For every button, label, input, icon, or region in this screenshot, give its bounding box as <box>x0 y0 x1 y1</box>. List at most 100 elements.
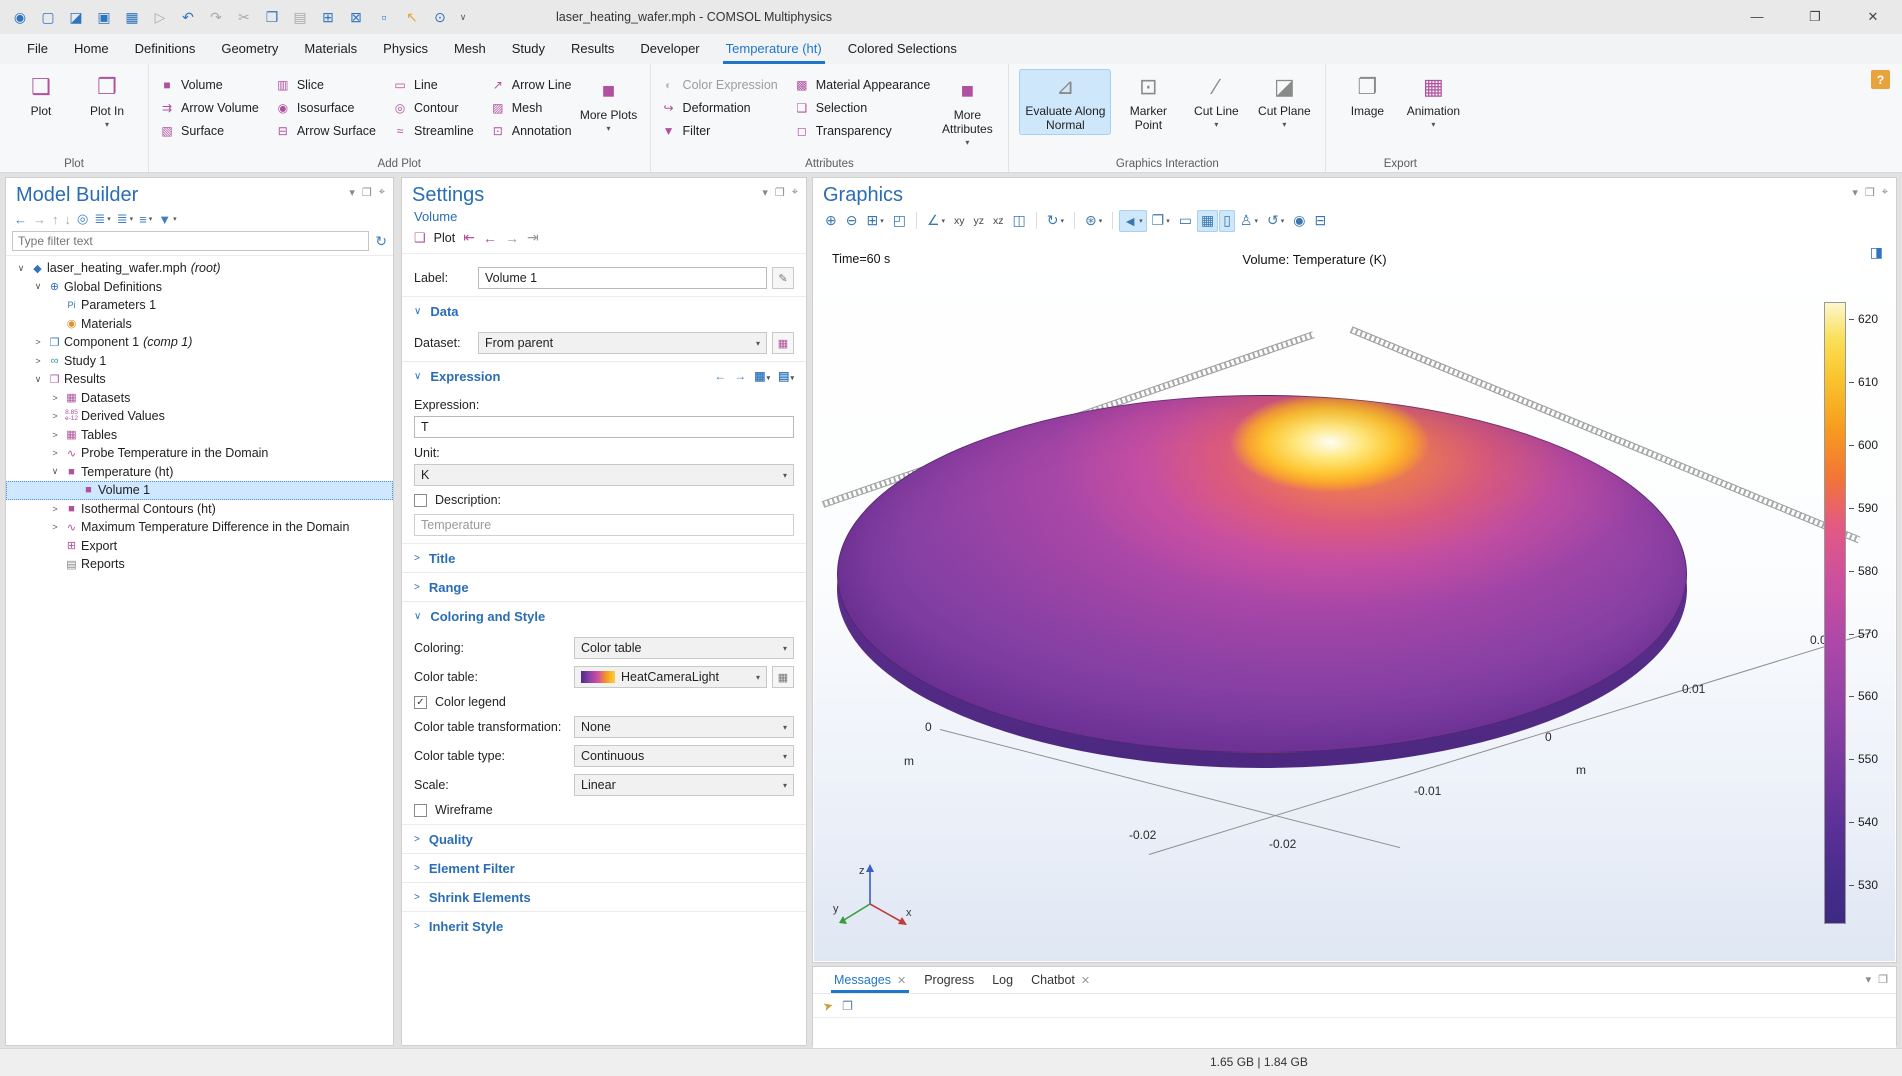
plot-area[interactable]: Time=60 s Volume: Temperature (K) ◨ 0.02… <box>814 236 1895 961</box>
back-icon[interactable]: ← <box>14 212 27 227</box>
go-previous-icon[interactable]: ← <box>483 230 497 246</box>
panel-pin-icon[interactable]: ⌖ <box>792 186 798 199</box>
slice-button[interactable]: ▥Slice <box>275 78 376 92</box>
plot-button[interactable]: ❑Plot <box>10 69 72 135</box>
tab-log[interactable]: Log <box>983 967 1022 993</box>
duplicate-icon[interactable]: ⊞ <box>316 5 340 29</box>
view-xz-icon[interactable]: xz <box>989 210 1008 232</box>
save-icon[interactable]: ▣ <box>92 5 116 29</box>
more-attributes-button[interactable]: ■More Attributes▾ <box>936 73 998 153</box>
rename-icon[interactable]: ✎ <box>772 267 794 289</box>
evaluate-along-normal-button[interactable]: ⊿Evaluate Along Normal <box>1019 69 1111 135</box>
move-down-icon[interactable]: ↓ <box>65 212 72 227</box>
deformation-button[interactable]: ↪Deformation <box>661 101 778 115</box>
tree-item-laser-heating-wafer-mph[interactable]: ∨◆laser_heating_wafer.mph(root) <box>6 259 393 278</box>
chevron-right-icon[interactable]: > <box>48 393 62 403</box>
default-view-icon[interactable]: ∠▾ <box>923 210 949 232</box>
tab-chatbot[interactable]: Chatbot✕ <box>1022 967 1099 993</box>
section-quality[interactable]: > Quality <box>402 824 806 853</box>
chevron-right-icon[interactable]: > <box>48 522 62 532</box>
coloring-select[interactable]: Color table ▾ <box>574 637 794 659</box>
tab-temperature-ht-[interactable]: Temperature (ht) <box>713 34 835 64</box>
cut-icon[interactable]: ✂ <box>232 5 256 29</box>
wireframe-checkbox[interactable] <box>414 804 427 817</box>
zoom-in-icon[interactable]: ⊕ <box>821 210 841 232</box>
overflow-chevron-icon[interactable]: ∨ <box>456 5 470 29</box>
section-range[interactable]: > Range <box>402 572 806 601</box>
arrow-volume-button[interactable]: ⇉Arrow Volume <box>159 101 259 115</box>
scale-select[interactable]: Linear ▾ <box>574 774 794 796</box>
plot-in-button[interactable]: ❒Plot In▾ <box>76 69 138 135</box>
tab-developer[interactable]: Developer <box>627 34 712 64</box>
open-file-icon[interactable]: ◪ <box>64 5 88 29</box>
zoom-extents-icon[interactable]: ◰ <box>889 210 910 232</box>
expression-input[interactable] <box>414 416 794 438</box>
plot-button[interactable]: Plot <box>434 231 456 245</box>
tab-messages[interactable]: Messages✕ <box>825 967 915 993</box>
cut-plane-button[interactable]: ◪Cut Plane▾ <box>1253 69 1315 135</box>
redo-icon[interactable]: ↷ <box>204 5 228 29</box>
selection-button[interactable]: ❑Selection <box>794 101 931 115</box>
section-inherit-style[interactable]: > Inherit Style <box>402 911 806 940</box>
new-file-icon[interactable]: ▢ <box>36 5 60 29</box>
tab-physics[interactable]: Physics <box>370 34 441 64</box>
zoom-out-icon[interactable]: ⊖ <box>842 210 862 232</box>
dataset-select[interactable]: From parent ▾ <box>478 332 767 354</box>
contour-button[interactable]: ◎Contour <box>392 101 474 115</box>
chevron-right-icon[interactable]: > <box>48 411 62 421</box>
replace-expression-icon[interactable]: ▤▾ <box>778 369 794 383</box>
rotate-icon[interactable]: ↻▾ <box>1043 210 1068 232</box>
tree-item-probe-temperature-in-the-domain[interactable]: >∿Probe Temperature in the Domain <box>6 444 393 463</box>
description-input[interactable] <box>414 514 794 536</box>
mesh-button[interactable]: ▨Mesh <box>490 101 572 115</box>
refresh-icon[interactable]: ↻ <box>375 233 387 250</box>
tree-item-tables[interactable]: >▦Tables <box>6 426 393 445</box>
tab-results[interactable]: Results <box>558 34 627 64</box>
tab-progress[interactable]: Progress <box>915 967 983 993</box>
streamline-button[interactable]: ≈Streamline <box>392 124 474 138</box>
chevron-down-icon[interactable]: ∨ <box>31 374 45 385</box>
save-as-icon[interactable]: ▦ <box>120 5 144 29</box>
copy-messages-icon[interactable]: ❐ <box>842 999 853 1013</box>
tree-item-volume-1[interactable]: ■Volume 1 <box>6 481 393 500</box>
expand-all-icon[interactable]: ≣▾ <box>117 211 133 227</box>
section-coloring-and-style[interactable]: ∨ Coloring and Style <box>402 601 806 630</box>
filter-input[interactable] <box>12 231 369 251</box>
tree-item-results[interactable]: ∨❐Results <box>6 370 393 389</box>
panel-float-icon[interactable]: ❐ <box>1878 973 1888 986</box>
color-table-type-select[interactable]: Continuous ▾ <box>574 745 794 767</box>
chevron-down-icon[interactable]: ∨ <box>31 281 45 292</box>
tab-home[interactable]: Home <box>61 34 122 64</box>
panel-menu-icon[interactable]: ▾ <box>1866 973 1872 986</box>
tab-definitions[interactable]: Definitions <box>122 34 209 64</box>
panel-pin-icon[interactable]: ⌖ <box>379 186 385 199</box>
panel-menu-icon[interactable]: ▾ <box>349 186 355 199</box>
close-icon[interactable]: ✕ <box>1844 0 1902 34</box>
help-icon[interactable]: ? <box>1871 70 1890 89</box>
filter-button[interactable]: ▼Filter <box>661 124 778 138</box>
tree-item-global-definitions[interactable]: ∨⊕Global Definitions <box>6 278 393 297</box>
section-data[interactable]: ∨ Data <box>402 296 806 325</box>
color-table-settings-icon[interactable]: ▦ <box>772 666 794 688</box>
select-box-icon[interactable]: ▫ <box>372 5 396 29</box>
animation-button[interactable]: ▦Animation▾ <box>1402 69 1464 135</box>
color-table-select[interactable]: HeatCameraLight ▾ <box>574 666 767 688</box>
person-icon[interactable]: ♙▾ <box>1236 210 1262 232</box>
panel-float-icon[interactable]: ❐ <box>775 186 785 199</box>
tab-geometry[interactable]: Geometry <box>208 34 291 64</box>
pointer-icon[interactable]: ↖ <box>400 5 424 29</box>
chevron-right-icon[interactable]: > <box>48 430 62 440</box>
panel-menu-icon[interactable]: ▾ <box>1852 186 1858 199</box>
preview-icon[interactable]: ⊙ <box>428 5 452 29</box>
previous-expression-icon[interactable]: ← <box>714 369 726 383</box>
section-expression[interactable]: ∨ Expression ← → ▦▾ ▤▾ <box>402 361 806 390</box>
view-xy-icon[interactable]: xy <box>950 210 969 232</box>
panel-pin-icon[interactable]: ⌖ <box>1882 186 1888 199</box>
section-element-filter[interactable]: > Element Filter <box>402 853 806 882</box>
arrow-surface-button[interactable]: ⊟Arrow Surface <box>275 124 376 138</box>
chevron-down-icon[interactable]: ∨ <box>14 263 28 274</box>
paste-icon[interactable]: ▤ <box>288 5 312 29</box>
go-last-icon[interactable]: ⇥ <box>527 229 539 246</box>
tree-item-export[interactable]: ⊞Export <box>6 537 393 556</box>
model-tree-nodes-icon[interactable]: ≡▾ <box>139 212 152 227</box>
